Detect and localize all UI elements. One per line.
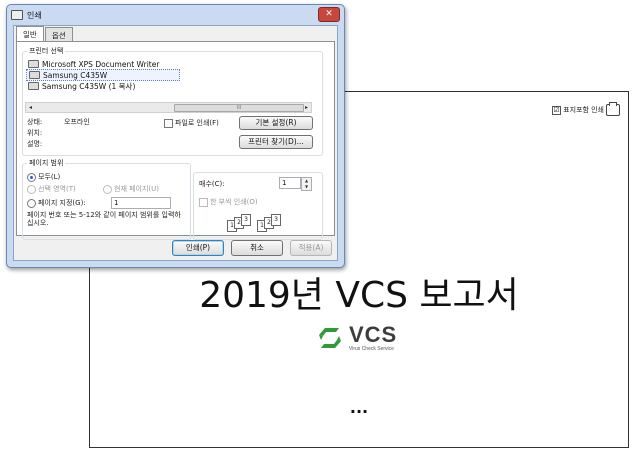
print-to-file-label: 파일로 인쇄(F) [175,119,219,127]
collate-option: 한 부씩 인쇄(O) [199,197,258,207]
vcs-logo: VCS Virus Check Service [315,324,397,352]
scroll-thumb[interactable]: III [174,104,304,112]
more-ellipsis: ... [349,398,369,417]
logo-subtitle: Virus Check Service [349,346,394,352]
close-button[interactable]: ✕ [318,7,340,22]
range-current-option: 현재 페이지(U) [103,184,159,194]
report-title: 2019년 VCS 보고서 [199,275,519,316]
comment-label: 설명: [27,140,43,148]
copies-input[interactable]: 1 [279,177,301,189]
printer-item-label: Samsung C435W [43,70,108,80]
scroll-right-icon[interactable]: ▸ [302,103,311,112]
range-pages-label: 페이지 지정(G): [38,199,86,207]
apply-button: 적용(A) [290,240,332,256]
printer-list[interactable]: Microsoft XPS Document Writer Samsung C4… [25,58,316,108]
range-current-radio [103,184,112,194]
range-all-option[interactable]: 모두(L) [27,172,60,182]
range-selection-radio [27,184,36,194]
printer-item[interactable]: Samsung C435W (1 복사) [26,81,315,91]
range-pages-radio[interactable] [27,198,36,208]
scroll-left-icon[interactable]: ◂ [26,103,35,112]
printer-icon [28,60,39,68]
range-selection-label: 선택 영역(T) [38,185,76,193]
range-pages-option[interactable]: 페이지 지정(G): [27,198,86,208]
copies-label: 매수(C): [199,180,225,188]
print-button[interactable]: 인쇄(P) [172,240,224,256]
pages-input[interactable]: 1 [111,197,171,209]
find-printer-button[interactable]: 프린터 찾기(D)... [239,135,313,149]
printer-item-label: Samsung C435W (1 복사) [42,81,136,91]
cover-print-checkbox[interactable]: ☑ [552,105,562,115]
location-label: 위치: [27,129,43,137]
general-panel: 프린터 선택 Microsoft XPS Document Writer Sam… [16,41,335,240]
dialog-title: 인쇄 [27,10,42,20]
printer-icon[interactable] [606,102,620,116]
range-hint: 페이지 번호 또는 5-12와 같이 페이지 범위를 입력하십시오. [27,211,181,227]
print-to-file-checkbox[interactable] [164,118,173,128]
printer-icon [11,10,23,20]
collate-icon: 123 [227,214,251,232]
printer-list-scrollbar[interactable]: ◂ III ▸ [25,102,312,113]
printer-icon [28,82,39,90]
range-all-label: 모두(L) [38,173,61,181]
page-range-legend: 페이지 범위 [29,159,64,167]
range-all-radio[interactable] [27,172,36,182]
print-dialog: 인쇄 ✕ 일반 옵션 프린터 선택 Microsoft XPS Document… [6,4,345,268]
status-value: 오프라인 [64,118,90,126]
status-label: 상태: [27,118,43,126]
collate-icon: 123 [257,214,281,232]
print-to-file-option[interactable]: 파일로 인쇄(F) [164,118,219,128]
cover-print-label: 표지포함 인쇄 [563,106,604,114]
copies-spinner[interactable]: ▲ ▼ [301,177,312,191]
printer-icon [29,71,40,79]
cancel-button[interactable]: 취소 [231,240,283,256]
range-selection-option: 선택 영역(T) [27,184,76,194]
collate-checkbox [199,197,208,207]
logo-text: VCS [349,322,398,347]
printer-item[interactable]: Microsoft XPS Document Writer [26,59,315,69]
cover-print-option[interactable]: ☑ 표지포함 인쇄 [552,102,620,116]
printer-select-legend: 프린터 선택 [29,47,64,55]
dialog-titlebar[interactable]: 인쇄 [7,5,344,25]
dialog-client: 일반 옵션 프린터 선택 Microsoft XPS Document Writ… [13,25,338,261]
vcs-logo-icon [319,328,341,348]
preferences-button[interactable]: 기본 설정(R) [239,116,313,130]
printer-item-label: Microsoft XPS Document Writer [42,59,160,69]
range-current-label: 현재 페이지(U) [114,185,160,193]
spin-down-icon[interactable]: ▼ [302,184,311,190]
collate-label: 한 부씩 인쇄(O) [210,198,258,206]
collate-page: 3 [241,214,251,226]
collate-page: 3 [271,214,281,226]
printer-item-selected[interactable]: Samsung C435W [26,69,180,81]
